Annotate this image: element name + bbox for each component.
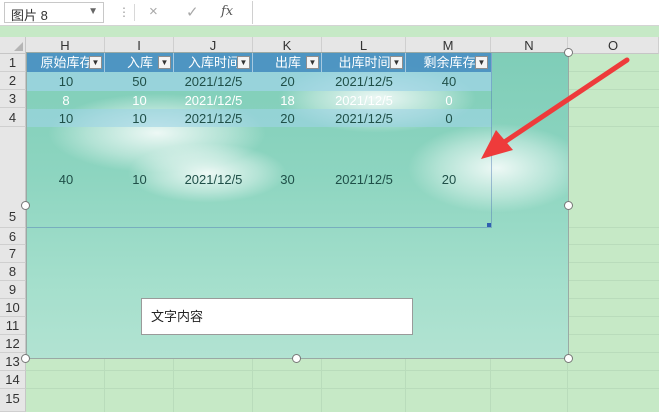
resize-handle-bottom-right[interactable]	[564, 354, 573, 363]
resize-handle-left[interactable]	[21, 201, 30, 210]
resize-handle-bottom-left[interactable]	[21, 354, 30, 363]
resize-handle-bottom[interactable]	[292, 354, 301, 363]
text-box[interactable]: 文字内容	[141, 298, 413, 335]
text-box-content[interactable]: 文字内容	[151, 306, 203, 325]
arrow-shaft	[500, 57, 630, 146]
resize-handle-top-right[interactable]	[564, 48, 573, 57]
red-arrow-overlay	[481, 57, 630, 159]
arrow-head-icon	[481, 130, 513, 159]
resize-handle-right[interactable]	[564, 201, 573, 210]
